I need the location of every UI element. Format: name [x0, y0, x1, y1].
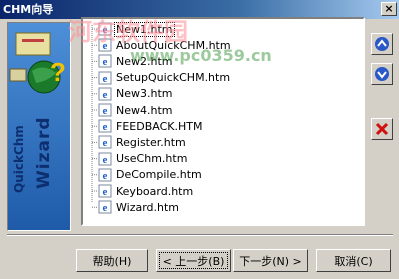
file-list-item-label: SetupQuickCHM.htm — [116, 71, 231, 85]
html-file-icon: e — [98, 71, 112, 85]
svg-text:e: e — [103, 89, 108, 101]
separator — [7, 234, 393, 236]
delete-button[interactable] — [371, 118, 393, 140]
html-file-icon: e — [98, 184, 112, 198]
file-list-item-label: DeCompile.htm — [116, 168, 202, 182]
html-file-icon: e — [98, 168, 112, 182]
file-list-item-label: New4.htm — [116, 103, 173, 117]
html-file-icon: e — [98, 200, 112, 214]
file-list-item[interactable]: e Wizard.htm — [98, 199, 180, 215]
svg-text:e: e — [103, 40, 108, 52]
wizard-brand-text: Wizard — [34, 116, 54, 190]
html-file-icon: e — [98, 38, 112, 52]
svg-text:e: e — [103, 137, 108, 149]
file-list-item-label: AboutQuickCHM.htm — [116, 38, 231, 52]
wizard-brand-sub: QuickChm — [12, 125, 26, 193]
html-file-icon: e — [98, 152, 112, 166]
file-list-item[interactable]: e SetupQuickCHM.htm — [98, 70, 231, 86]
file-list-item[interactable]: e FEEDBACK.HTM — [98, 118, 203, 134]
svg-text:e: e — [103, 202, 108, 214]
file-list-item[interactable]: e New4.htm — [98, 102, 174, 118]
arrow-up-icon — [375, 37, 389, 51]
file-list-item-label: Register.htm — [116, 135, 186, 149]
file-list-item[interactable]: e New1.htm — [98, 21, 175, 37]
file-list-item-label: FEEDBACK.HTM — [116, 119, 203, 133]
svg-text:?: ? — [50, 57, 66, 87]
file-list-item-label: Wizard.htm — [116, 200, 180, 214]
window-title: CHM向导 — [3, 3, 54, 16]
html-file-icon: e — [98, 119, 112, 133]
wizard-side-image: ? Wizard QuickChm — [7, 22, 71, 231]
chm-wizard-window: CHM向导 × ? Wizard QuickChm e New1.htm e Abou… — [0, 0, 399, 279]
file-list-item-label: New3.htm — [116, 87, 173, 101]
html-file-icon: e — [98, 103, 112, 117]
arrow-down-icon — [375, 67, 389, 81]
cancel-button[interactable]: 取消(C) — [316, 249, 391, 272]
back-button[interactable]: < 上一步(B) — [156, 249, 231, 272]
file-list-item[interactable]: e DeCompile.htm — [98, 167, 203, 183]
file-list-item-label: New1.htm — [114, 21, 175, 37]
html-file-icon: e — [98, 135, 112, 149]
svg-text:e: e — [103, 24, 108, 36]
svg-text:e: e — [103, 56, 108, 68]
file-list-item[interactable]: e Register.htm — [98, 134, 187, 150]
svg-text:e: e — [103, 154, 108, 166]
html-file-icon: e — [98, 22, 112, 36]
next-button[interactable]: 下一步(N) > — [233, 249, 308, 272]
move-down-button[interactable] — [371, 63, 393, 85]
file-list[interactable]: e New1.htm e AboutQuickCHM.htm e New2.htm e Set… — [81, 17, 365, 226]
svg-text:e: e — [103, 186, 108, 198]
move-up-button[interactable] — [371, 33, 393, 55]
svg-text:e: e — [103, 105, 108, 117]
svg-text:e: e — [103, 170, 108, 182]
file-list-item-label: Keyboard.htm — [116, 184, 194, 198]
file-list-item[interactable]: e AboutQuickCHM.htm — [98, 37, 232, 53]
delete-x-icon — [375, 122, 389, 136]
svg-text:e: e — [103, 73, 108, 85]
file-list-item[interactable]: e New3.htm — [98, 86, 174, 102]
file-list-item[interactable]: e New2.htm — [98, 53, 174, 69]
html-file-icon: e — [98, 87, 112, 101]
html-file-icon: e — [98, 54, 112, 68]
help-button[interactable]: 帮助(H) — [76, 249, 148, 272]
file-list-item-label: UseChm.htm — [116, 152, 188, 166]
file-list-item[interactable]: e Keyboard.htm — [98, 183, 194, 199]
file-list-item[interactable]: e UseChm.htm — [98, 151, 188, 167]
file-list-item-label: New2.htm — [116, 54, 173, 68]
svg-text:e: e — [103, 121, 108, 133]
close-button[interactable]: × — [381, 2, 397, 16]
